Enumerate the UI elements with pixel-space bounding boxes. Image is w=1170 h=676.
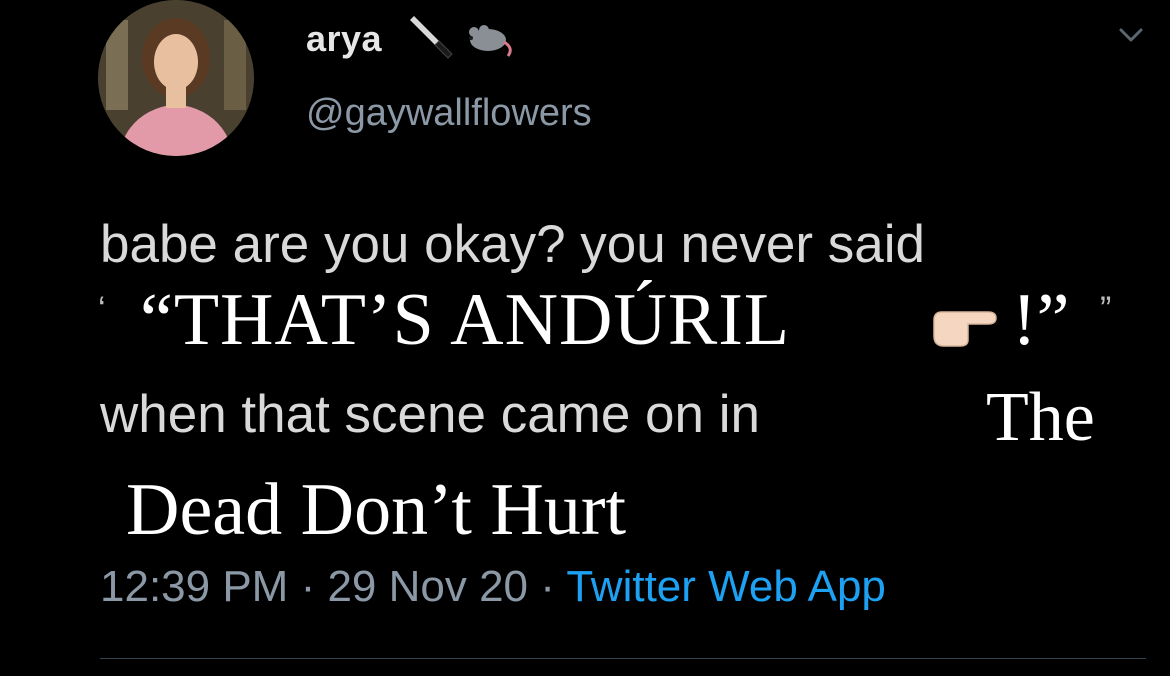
tweet-date[interactable]: 29 Nov 20 — [327, 562, 528, 611]
tweet-text-line-1: babe are you okay? you never said — [100, 215, 925, 274]
tweet-open-quote: ‘ — [98, 290, 106, 328]
tweet-time[interactable]: 12:39 PM — [100, 562, 288, 611]
overlay-movie-title: Dead Don’t Hurt — [126, 469, 627, 551]
tweet-card: arya @gaywallflowers babe are you okay? … — [0, 0, 1170, 676]
knife-icon — [410, 16, 453, 59]
tweet-meta: 12:39 PM · 29 Nov 20 · Twitter Web App — [100, 562, 886, 612]
overlay-quote-end: !” — [1012, 279, 1070, 361]
user-handle[interactable]: @gaywallflowers — [306, 92, 592, 135]
rat-icon — [469, 25, 512, 57]
meta-separator: · — [528, 562, 567, 611]
tweet-source-link[interactable]: Twitter Web App — [566, 562, 886, 611]
pointing-hand-icon — [933, 311, 997, 347]
tweet-close-quote: ” — [1100, 290, 1112, 328]
overlay-quote-text: “THAT’S ANDÚRIL — [140, 279, 791, 361]
overlay-word-the: The — [986, 379, 1095, 456]
chevron-down-icon[interactable] — [1116, 20, 1146, 50]
tweet-text-line-3: when that scene came on in — [100, 385, 760, 444]
divider — [100, 658, 1146, 659]
avatar-image — [98, 0, 254, 156]
display-name[interactable]: arya — [306, 18, 382, 60]
meta-separator: · — [288, 562, 328, 611]
avatar[interactable] — [98, 0, 254, 156]
